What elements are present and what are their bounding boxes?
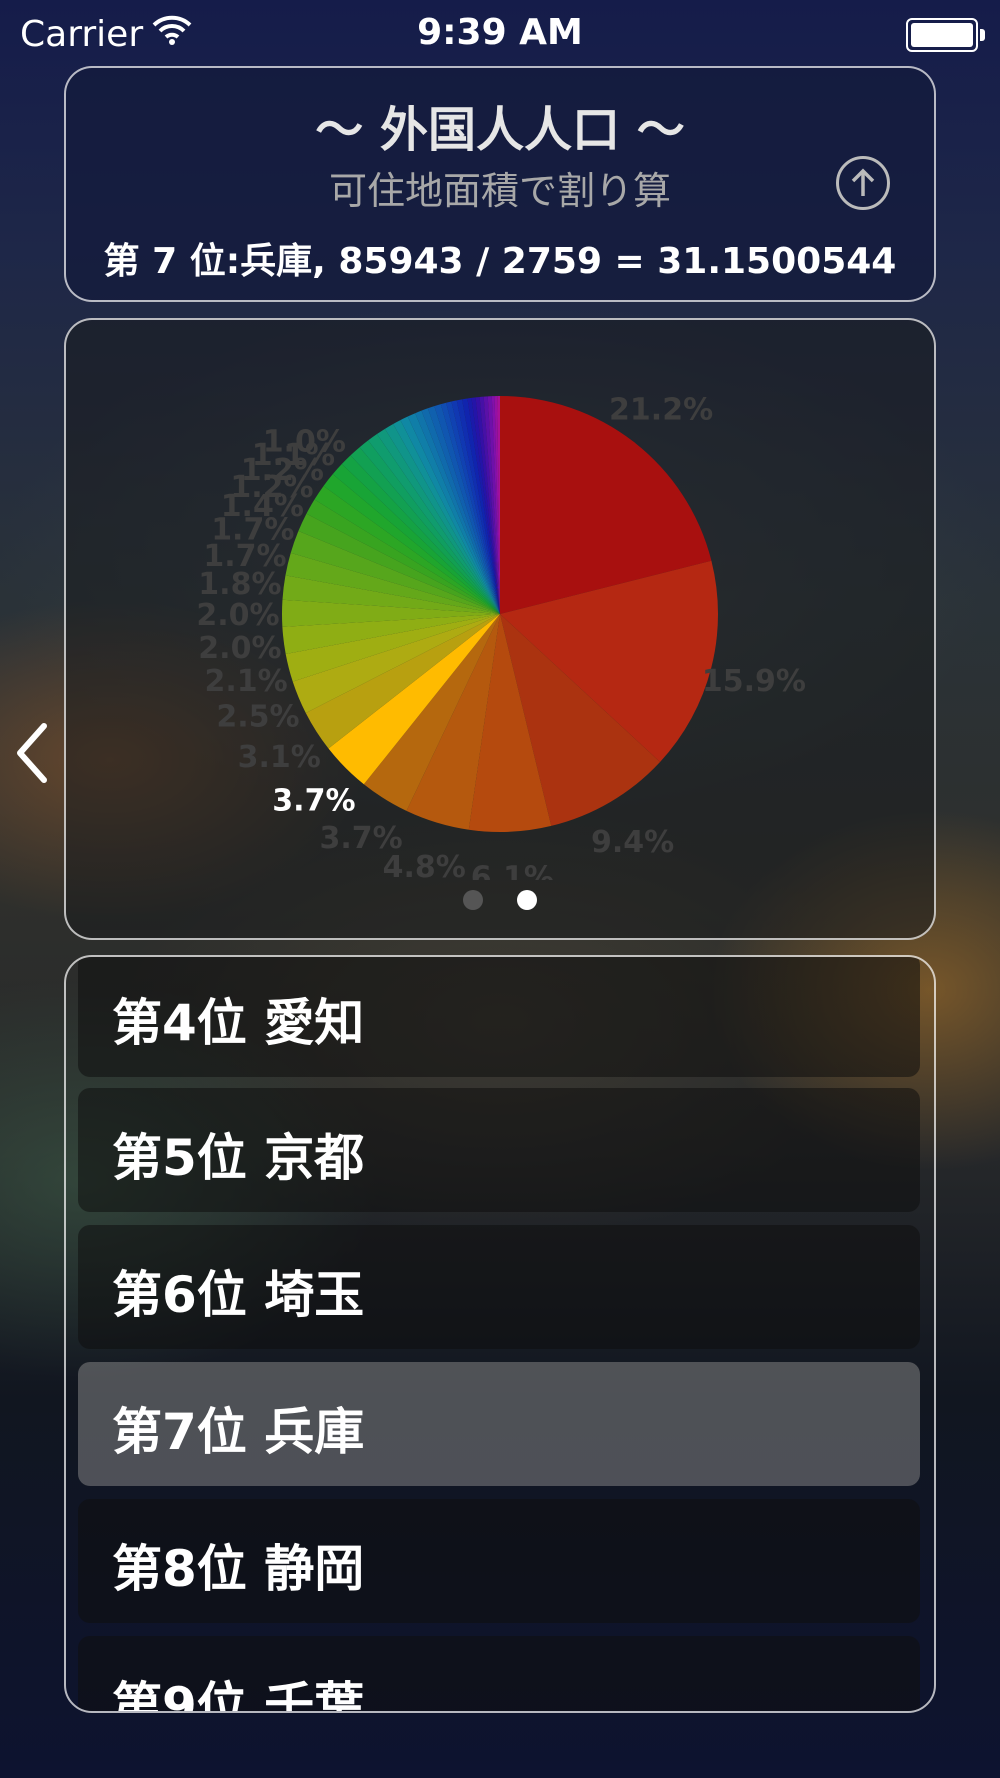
list-item[interactable]: 第4位 愛知 [78,957,920,1077]
pie-slice-label: 15.9% [702,664,806,699]
pie-slice-label: 1.0% [263,425,346,460]
list-item[interactable]: 第5位 京都 [78,1088,920,1212]
list-item-label: 第8位 静岡 [112,1540,365,1598]
chevron-left-icon[interactable] [12,720,52,786]
page-subtitle: 可住地面積で割り算 [328,169,671,213]
chart-panel[interactable]: 21.2% 15.9% 9.4% 6.1% 4.8% 3.7% 3.7% 3.1% 2.5% 2.… [64,318,936,940]
list-item[interactable]: 第6位 埼玉 [78,1225,920,1349]
list-item-label: 第4位 愛知 [112,994,365,1052]
list-item-label: 第7位 兵庫 [112,1403,365,1461]
arrow-up-icon [851,168,875,196]
status-bar: Carrier 9:39 AM [0,0,1000,66]
section-index-item[interactable]: 13 [934,1149,936,1187]
scroll-up-button[interactable] [836,156,890,210]
pie-chart: 21.2%15.9%9.4%6.1%4.8%3.7%3.7%3.1%2.5%2.… [196,392,806,880]
section-index-item[interactable]: 36 [934,1473,936,1511]
list-item[interactable]: 第9位 千葉 [78,1636,920,1713]
section-index-item[interactable]: 24 [934,1311,936,1349]
section-index-item[interactable]: 1 [934,987,936,1025]
section-index-item[interactable]: 18 [934,1230,936,1268]
pie-slice-label: 3.7% [272,783,355,818]
pie-slice-label: 3.7% [319,821,402,856]
pie-slice-label: 2.5% [216,700,299,735]
list-item-selected[interactable]: 第7位 兵庫 [78,1362,920,1486]
selected-detail: 第 7 位:兵庫, 85943 / 2759 = 31.1500544 [103,241,897,282]
page-dot-1[interactable] [463,890,484,910]
header-panel: 〜 外国人人口 〜 可住地面積で割り算 第 7 位:兵庫, 85943 / 27… [64,66,936,302]
page-dot-2[interactable] [516,890,537,910]
pie-slice-label: 21.2% [609,392,713,427]
section-index-item[interactable]: 30 [934,1392,936,1430]
section-index-item[interactable]: 47 [934,1635,936,1673]
list-item-label: 第6位 埼玉 [112,1266,365,1324]
pie-slice-label: 3.1% [238,740,321,775]
section-index-item[interactable]: 7 [934,1068,936,1106]
list-item-label: 第5位 京都 [112,1129,365,1187]
list-item-label: 第9位 千葉 [112,1677,365,1713]
pie-slice-label: 6.1% [471,861,554,880]
page-title: 〜 外国人人口 〜 [315,102,685,158]
battery-icon [906,18,985,52]
ranking-list[interactable]: 第4位 愛知 第5位 京都 第6位 埼玉 第7位 兵庫 第8位 静岡 第9位 千… [64,955,936,1713]
status-time: 9:39 AM [417,12,583,53]
list-item[interactable]: 第8位 静岡 [78,1499,920,1623]
pie-slice-label: 2.0% [196,598,279,633]
pie-slice-label: 9.4% [591,825,674,860]
section-index-item[interactable]: 41 [934,1554,936,1592]
page-indicator[interactable] [66,890,934,914]
pie-slice-label: 2.1% [204,664,287,699]
pie-slice-label: 2.0% [198,631,281,666]
